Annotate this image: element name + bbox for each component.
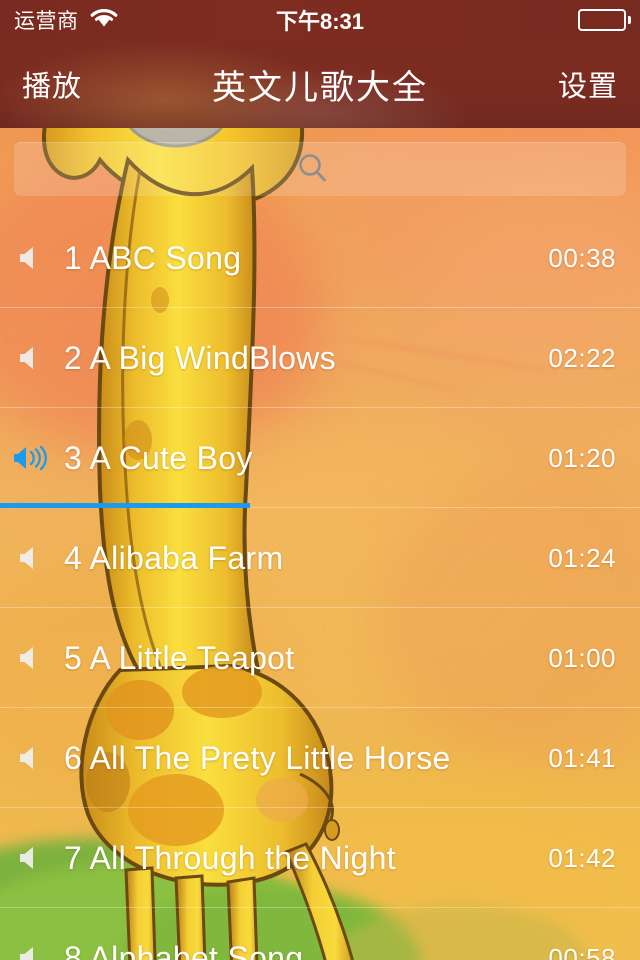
speaker-icon[interactable]: [0, 944, 64, 960]
speaker-playing-icon[interactable]: [0, 444, 64, 472]
track-title: 3 A Cute Boy: [64, 439, 253, 476]
speaker-icon[interactable]: [0, 344, 64, 372]
speaker-icon[interactable]: [0, 744, 64, 772]
play-button[interactable]: 播放: [0, 63, 104, 105]
track-duration: 01:41: [548, 742, 616, 773]
status-bar-left: 运营商: [0, 5, 119, 35]
wifi-icon: [89, 7, 119, 34]
speaker-icon[interactable]: [0, 844, 64, 872]
track-row[interactable]: 7 All Through the Night 01:42: [0, 808, 640, 908]
track-row[interactable]: 1 ABC Song 00:38: [0, 208, 640, 308]
speaker-icon: [20, 747, 33, 769]
speaker-icon: [20, 547, 33, 569]
carrier-label: 运营商: [14, 10, 79, 33]
track-title: 4 Alibaba Farm: [64, 539, 284, 576]
track-list[interactable]: 1 ABC Song 00:38 2 A Big WindBlows 02:22 3 A…: [0, 208, 640, 960]
speaker-icon: [20, 247, 33, 269]
track-title: 1 ABC Song: [64, 239, 242, 276]
track-title: 5 A Little Teapot: [64, 639, 295, 676]
track-title: 2 A Big WindBlows: [64, 339, 336, 376]
track-duration: 01:42: [548, 842, 616, 873]
settings-button[interactable]: 设置: [536, 63, 640, 105]
track-row[interactable]: 8 Alphabet Song 00:58: [0, 908, 640, 960]
search-bar[interactable]: [14, 142, 626, 196]
track-duration: 01:00: [548, 642, 616, 673]
speaker-icon[interactable]: [0, 644, 64, 672]
speaker-icon[interactable]: [0, 244, 64, 272]
battery-icon: [578, 9, 631, 31]
track-duration: 00:38: [548, 242, 616, 273]
speaker-icon: [20, 947, 33, 960]
track-title: 7 All Through the Night: [64, 839, 396, 876]
speaker-icon: [20, 847, 33, 869]
track-duration: 01:24: [548, 542, 616, 573]
track-row[interactable]: 3 A Cute Boy 01:20: [0, 408, 640, 508]
app-screen: 运营商 下午8:31 播放 英文儿歌大全 设置 1 ABC Song 00:38…: [0, 0, 640, 960]
track-duration: 01:20: [548, 442, 616, 473]
speaker-icon: [20, 347, 33, 369]
speaker-icon: [20, 647, 33, 669]
speaker-icon[interactable]: [0, 544, 64, 572]
track-row[interactable]: 2 A Big WindBlows 02:22: [0, 308, 640, 408]
track-duration: 00:58: [548, 942, 616, 960]
track-row[interactable]: 6 All The Prety Little Horse 01:41: [0, 708, 640, 808]
speaker-playing-icon: [14, 445, 47, 471]
status-bar-right: [578, 9, 640, 31]
status-bar: 运营商 下午8:31: [0, 0, 640, 40]
track-title: 6 All The Prety Little Horse: [64, 739, 451, 776]
search-input[interactable]: [14, 142, 626, 196]
track-row[interactable]: 5 A Little Teapot 01:00: [0, 608, 640, 708]
playback-progress-bar[interactable]: [0, 503, 640, 508]
track-row[interactable]: 4 Alibaba Farm 01:24: [0, 508, 640, 608]
navigation-bar: 播放 英文儿歌大全 设置: [0, 40, 640, 128]
track-duration: 02:22: [548, 342, 616, 373]
track-title: 8 Alphabet Song: [64, 939, 304, 960]
playback-progress-fill: [0, 503, 250, 508]
